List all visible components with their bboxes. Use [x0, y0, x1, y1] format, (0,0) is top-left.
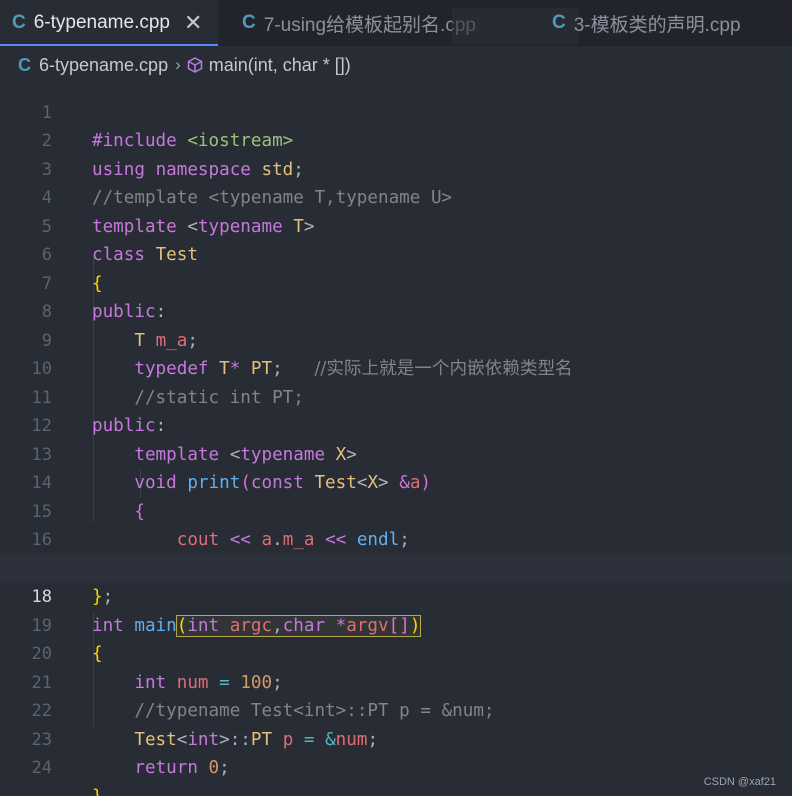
code-line-13[interactable]: 13 void print(const Test<X> &a)	[0, 412, 792, 494]
code-line-16[interactable]: 16 }	[0, 498, 792, 579]
code-line-15[interactable]: 15 cout << a.m_a << endl;	[0, 469, 792, 551]
code-line-11[interactable]: 11 public:	[0, 355, 792, 437]
tab-3-template-decl[interactable]: C 3-模板类的声明.cpp	[552, 0, 741, 46]
code-line-5[interactable]: 5 class Test	[0, 184, 792, 266]
code-line-17[interactable]: 17 };	[0, 526, 792, 608]
tab-bar: C 6-typename.cpp ✕ C 7-using给模板起别名.cpp C…	[0, 0, 792, 46]
code-line-4[interactable]: 4 template <typename T>	[0, 156, 792, 237]
line-number: 24	[31, 758, 52, 778]
code-line-24[interactable]: 24 }	[0, 726, 792, 796]
tab-6-typename[interactable]: C 6-typename.cpp ✕	[0, 0, 218, 46]
code-line-8[interactable]: 8 T m_a;	[0, 270, 792, 351]
code-line-9[interactable]: 9 typedef T* PT; //实际上就是一个内嵌依赖类型名	[0, 298, 792, 380]
cpp-file-icon: C	[12, 12, 26, 33]
code-line-23[interactable]: 23 return 0;	[0, 697, 792, 779]
code-line-10[interactable]: 10 //static int PT;	[0, 327, 792, 408]
code-line-22[interactable]: 22 Test<int>::PT p = &num;	[0, 669, 792, 750]
code-line-21[interactable]: 21 //typename Test<int>::PT p = &num;	[0, 640, 792, 722]
cpp-file-icon: C	[552, 12, 566, 33]
tab-label: 3-模板类的声明.cpp	[573, 14, 741, 36]
code-line-6[interactable]: 6 {	[0, 213, 792, 294]
tab-7-using[interactable]: C 7-using给模板起别名.cpp	[242, 0, 476, 46]
code-line-18-current[interactable]: 18 int main(int argc,char *argv[])	[0, 554, 792, 637]
code-line-3[interactable]: 3 //template <typename T,typename U>	[0, 127, 792, 209]
code-line-7[interactable]: 7 public:	[0, 241, 792, 323]
token: 0	[208, 758, 220, 778]
watermark: CSDN @xaf21	[703, 776, 776, 788]
code-line-20[interactable]: 20 int num = 100;	[0, 612, 792, 693]
tab-label: 7-using给模板起别名.cpp	[263, 14, 476, 36]
cpp-file-icon: C	[242, 12, 256, 33]
code-editor[interactable]: 1 #include <iostream> 2 using namespace …	[0, 70, 792, 796]
code-line-14[interactable]: 14 {	[0, 441, 792, 522]
code-line-19[interactable]: 19 {	[0, 583, 792, 665]
tab-label: 6-typename.cpp	[33, 12, 170, 33]
bracket: }	[92, 787, 103, 796]
token: ;	[219, 758, 230, 778]
code-line-1[interactable]: 1 #include <iostream>	[0, 70, 792, 152]
code-line-2[interactable]: 2 using namespace std;	[0, 99, 792, 180]
token: return	[134, 758, 198, 778]
code-line-12[interactable]: 12 template <typename X>	[0, 384, 792, 465]
close-icon[interactable]: ✕	[184, 10, 202, 36]
